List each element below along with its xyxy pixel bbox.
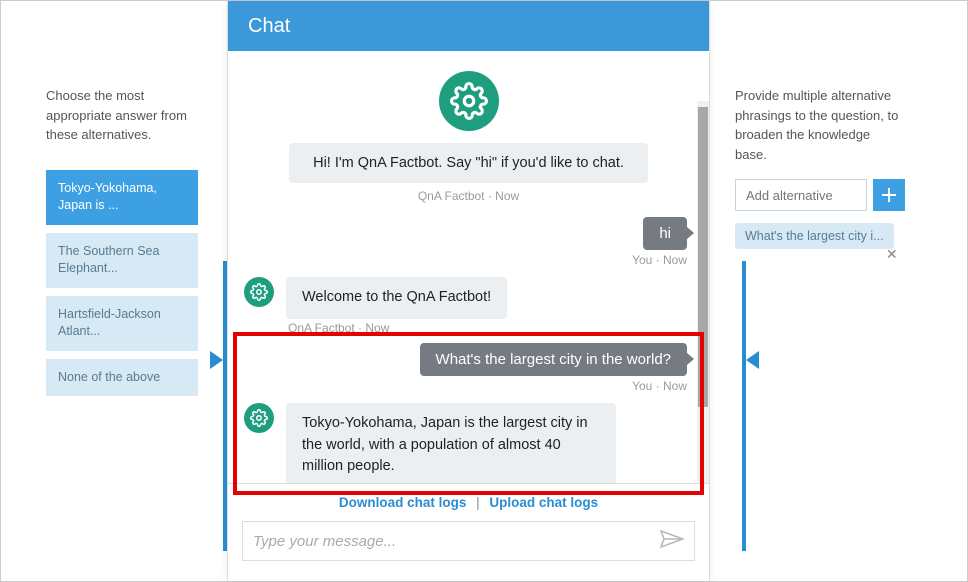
download-logs-link[interactable]: Download chat logs xyxy=(339,495,467,510)
upload-logs-link[interactable]: Upload chat logs xyxy=(489,495,598,510)
user-message-hi: hi xyxy=(643,217,687,250)
add-alternative-input[interactable] xyxy=(735,179,867,211)
chat-header: Chat xyxy=(228,1,709,51)
left-panel: Choose the most appropriate answer from … xyxy=(1,1,227,581)
alternative-option-1[interactable]: Tokyo-Yokohama, Japan is ... xyxy=(46,170,198,225)
user-hi-meta: You · Now xyxy=(244,253,687,267)
alternative-option-3[interactable]: Hartsfield-Jackson Atlant... xyxy=(46,296,198,351)
phrasing-chip-label: What's the largest city i... xyxy=(745,229,884,243)
logs-row: Download chat logs | Upload chat logs xyxy=(228,484,709,521)
left-instruction: Choose the most appropriate answer from … xyxy=(46,86,202,145)
user-question-row: What's the largest city in the world? xyxy=(244,343,693,376)
welcome-meta: QnA Factbot · Now xyxy=(288,321,693,335)
question-meta: You · Now xyxy=(244,379,687,393)
bot-avatar-small xyxy=(244,403,274,433)
alternative-option-4[interactable]: None of the above xyxy=(46,359,198,397)
user-question-bubble: What's the largest city in the world? xyxy=(420,343,687,376)
intro-bubble: Hi! I'm QnA Factbot. Say "hi" if you'd l… xyxy=(289,143,648,183)
bot-welcome-bubble: Welcome to the QnA Factbot! xyxy=(286,277,507,319)
bot-answer-row: Tokyo-Yokohama, Japan is the largest cit… xyxy=(244,403,693,483)
bot-welcome-row: Welcome to the QnA Factbot! xyxy=(244,277,693,319)
right-instruction: Provide multiple alternative phrasings t… xyxy=(735,86,905,164)
chat-footer: Download chat logs | Upload chat logs xyxy=(228,483,709,577)
right-arrow-icon xyxy=(746,351,759,369)
chat-panel: Chat Hi! I'm QnA Factbot. Say "hi" if yo… xyxy=(227,1,710,581)
bot-avatar-large xyxy=(439,71,499,131)
phrasing-chip[interactable]: What's the largest city i... ✕ xyxy=(735,223,894,249)
add-alternative-row xyxy=(735,179,905,211)
bot-avatar-small xyxy=(244,277,274,307)
message-input-row xyxy=(242,521,695,561)
alternative-option-2[interactable]: The Southern Sea Elephant... xyxy=(46,233,198,288)
left-arrow-icon xyxy=(210,351,223,369)
message-input[interactable] xyxy=(253,533,660,550)
right-divider xyxy=(742,261,746,551)
scrollbar-thumb[interactable] xyxy=(698,107,708,407)
chip-remove-icon[interactable]: ✕ xyxy=(886,246,898,263)
user-message-row: hi xyxy=(244,217,693,250)
gear-icon xyxy=(250,283,268,301)
chat-body: Hi! I'm QnA Factbot. Say "hi" if you'd l… xyxy=(228,51,709,483)
bot-answer-bubble: Tokyo-Yokohama, Japan is the largest cit… xyxy=(286,403,616,483)
gear-icon xyxy=(250,409,268,427)
plus-icon xyxy=(881,187,897,203)
gear-icon xyxy=(450,82,488,120)
send-icon[interactable] xyxy=(660,530,684,553)
intro-meta: QnA Factbot · Now xyxy=(244,189,693,203)
add-alternative-button[interactable] xyxy=(873,179,905,211)
logs-separator: | xyxy=(476,495,480,510)
chat-title: Chat xyxy=(248,15,290,38)
